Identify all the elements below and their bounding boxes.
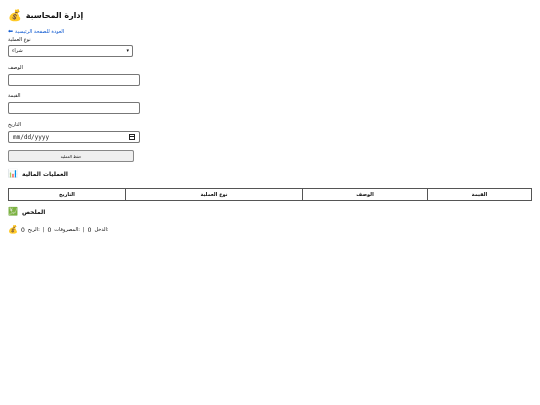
summary-title: الملخص: [21, 208, 46, 216]
table-header-row: التاريخ نوع العملية الوصف القيمة: [8, 188, 533, 201]
transactions-title: العمليات المالية: [21, 170, 68, 178]
left-arrow-icon: ⬅: [8, 28, 14, 35]
description-input[interactable]: [8, 74, 140, 86]
transactions-table: التاريخ نوع العملية الوصف القيمة: [8, 188, 533, 201]
transactions-heading: 📊 العمليات المالية: [8, 170, 68, 178]
profit-value: 0: [20, 226, 25, 234]
money-bag-icon: 💰: [8, 8, 22, 22]
summary-line: 💰 0 الربح: | 0 المصروفات: | 0 الدخل:: [8, 226, 109, 234]
separator: |: [42, 227, 45, 233]
chart-increasing-icon: 💹: [8, 207, 18, 216]
back-home-link[interactable]: ⬅ العودة للصفحة الرئيسية: [8, 28, 64, 35]
income-value: 0: [87, 226, 92, 234]
column-header-date: التاريخ: [8, 188, 126, 201]
description-label: الوصف: [8, 65, 23, 71]
type-select[interactable]: شراء ▾: [8, 45, 133, 57]
income-label: الدخل:: [94, 227, 109, 233]
page: 💰 إدارة المحاسبة ⬅ العودة للصفحة الرئيسي…: [0, 0, 540, 405]
column-header-amount: القيمة: [426, 188, 533, 201]
money-bag-icon: 💰: [8, 225, 18, 234]
column-header-type: نوع العملية: [124, 188, 304, 201]
chevron-down-icon: ▾: [126, 48, 129, 54]
expenses-value: 0: [47, 226, 52, 234]
save-transaction-button[interactable]: حفظ العملية: [8, 150, 134, 162]
separator: |: [82, 227, 85, 233]
column-header-description: الوصف: [302, 188, 428, 201]
summary-heading: 💹 الملخص: [8, 208, 45, 216]
date-input[interactable]: mm/dd/yyyy: [8, 131, 140, 143]
calendar-icon[interactable]: [129, 134, 135, 140]
chart-icon: 📊: [8, 169, 18, 178]
amount-input[interactable]: [8, 102, 140, 114]
page-title: إدارة المحاسبة: [25, 10, 84, 20]
date-label: التاريخ: [8, 122, 21, 128]
amount-label: القيمة: [8, 93, 21, 99]
type-label: نوع العملية: [8, 37, 31, 43]
type-select-value: شراء: [12, 48, 23, 54]
date-placeholder: mm/dd/yyyy: [13, 133, 50, 141]
expenses-label: المصروفات:: [54, 227, 80, 233]
page-header: 💰 إدارة المحاسبة: [8, 7, 83, 23]
back-home-label: العودة للصفحة الرئيسية: [15, 28, 65, 35]
profit-label: الربح:: [27, 227, 40, 233]
